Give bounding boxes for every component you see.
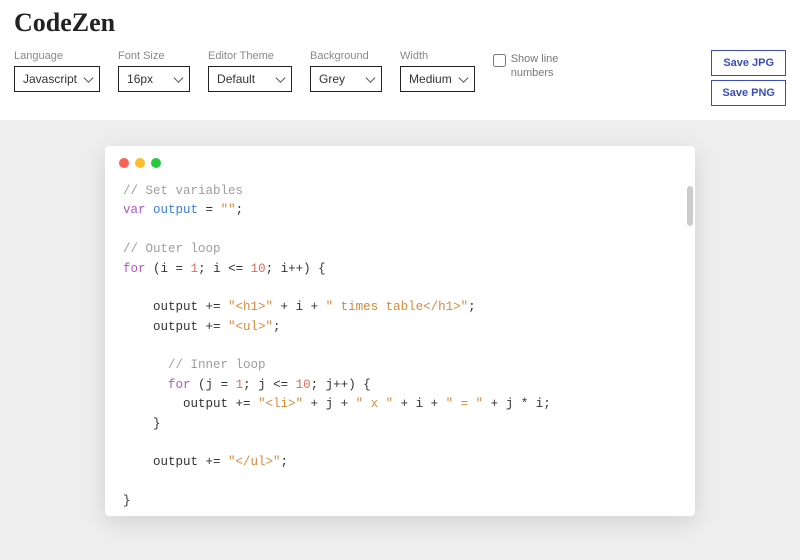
code-op: <= (266, 378, 296, 392)
language-select[interactable]: Javascript (14, 66, 100, 92)
code-id: i (296, 300, 304, 314)
code-string: "" (221, 203, 236, 217)
minimize-dot-icon (135, 158, 145, 168)
code-punct: ; (543, 397, 551, 411)
code-punct: } (123, 417, 161, 431)
code-op: + (393, 397, 416, 411)
canvas-area: // Set variables var output = ""; // Out… (0, 120, 800, 560)
code-string: " times table</h1>" (326, 300, 469, 314)
app-title: CodeZen (14, 8, 786, 38)
code-comment: // Set variables (123, 184, 243, 198)
background-field: Background Grey (310, 50, 382, 92)
linenumbers-field: Show line numbers (493, 50, 573, 81)
code-var: output (153, 203, 198, 217)
theme-field: Editor Theme Default (208, 50, 292, 92)
code-op: + (273, 300, 296, 314)
code-window: // Set variables var output = ""; // Out… (105, 146, 695, 516)
code-id: j (326, 397, 334, 411)
scrollbar[interactable] (687, 186, 693, 226)
linenumbers-checkbox[interactable] (493, 54, 506, 67)
code-num: 10 (251, 262, 266, 276)
code-op: = (168, 262, 191, 276)
fontsize-label: Font Size (118, 50, 190, 62)
code-id: j (258, 378, 266, 392)
code-string: "</ul>" (228, 455, 281, 469)
code-id: i (416, 397, 424, 411)
code-op: + (483, 397, 506, 411)
code-comment: // Outer loop (123, 242, 221, 256)
save-png-button[interactable]: Save PNG (711, 80, 786, 106)
save-buttons: Save JPG Save PNG (711, 50, 786, 106)
fontsize-select[interactable]: 16px (118, 66, 190, 92)
code-punct: ; (243, 378, 258, 392)
code-string: " = " (446, 397, 484, 411)
code-string: "<h1>" (228, 300, 273, 314)
language-label: Language (14, 50, 100, 62)
code-op: + (423, 397, 446, 411)
code-id: output += (153, 320, 228, 334)
code-op: = (198, 203, 221, 217)
code-punct: ; (266, 262, 281, 276)
code-num: 1 (191, 262, 199, 276)
code-punct: ; (236, 203, 244, 217)
code-op: <= (221, 262, 251, 276)
code-op: * (513, 397, 536, 411)
code-string: " x " (356, 397, 394, 411)
code-keyword: var (123, 203, 146, 217)
width-select[interactable]: Medium (400, 66, 475, 92)
code-string: "<ul>" (228, 320, 273, 334)
code-punct: ; (468, 300, 476, 314)
code-indent (123, 358, 168, 372)
linenumbers-label: Show line numbers (511, 52, 573, 81)
code-punct: ) { (348, 378, 371, 392)
code-indent (123, 320, 153, 334)
code-id: output += (153, 300, 228, 314)
code-punct: ( (146, 262, 161, 276)
background-label: Background (310, 50, 382, 62)
code-punct: ; (273, 320, 281, 334)
code-id: output += (183, 397, 258, 411)
background-select[interactable]: Grey (310, 66, 382, 92)
toolbar: Language Javascript Font Size 16px Edito… (0, 50, 800, 120)
code-punct: ; (311, 378, 326, 392)
fontsize-field: Font Size 16px (118, 50, 190, 92)
code-op: = (213, 378, 236, 392)
code-op: + (303, 397, 326, 411)
theme-label: Editor Theme (208, 50, 292, 62)
save-jpg-button[interactable]: Save JPG (711, 50, 786, 76)
code-indent (123, 397, 183, 411)
code-punct: } (123, 494, 131, 508)
width-field: Width Medium (400, 50, 475, 92)
code-punct: ( (191, 378, 206, 392)
code-id: i (161, 262, 169, 276)
code-indent (123, 378, 168, 392)
code-num: 1 (236, 378, 244, 392)
code-indent (123, 300, 153, 314)
theme-select[interactable]: Default (208, 66, 292, 92)
code-indent (123, 455, 153, 469)
code-punct: ; (198, 262, 213, 276)
code-string: "<li>" (258, 397, 303, 411)
maximize-dot-icon (151, 158, 161, 168)
code-punct: ; (281, 455, 289, 469)
code-op: + (303, 300, 326, 314)
code-id: output += (153, 455, 228, 469)
language-field: Language Javascript (14, 50, 100, 92)
code-editor[interactable]: // Set variables var output = ""; // Out… (105, 174, 695, 516)
code-comment: // Inner loop (168, 358, 266, 372)
code-id: i++ (281, 262, 304, 276)
code-keyword: for (168, 378, 191, 392)
code-op: + (333, 397, 356, 411)
code-keyword: for (123, 262, 146, 276)
code-id: j++ (326, 378, 349, 392)
code-punct: ) { (303, 262, 326, 276)
code-id: i (213, 262, 221, 276)
width-label: Width (400, 50, 475, 62)
code-id: j (206, 378, 214, 392)
window-controls (105, 146, 695, 174)
code-num: 10 (296, 378, 311, 392)
close-dot-icon (119, 158, 129, 168)
